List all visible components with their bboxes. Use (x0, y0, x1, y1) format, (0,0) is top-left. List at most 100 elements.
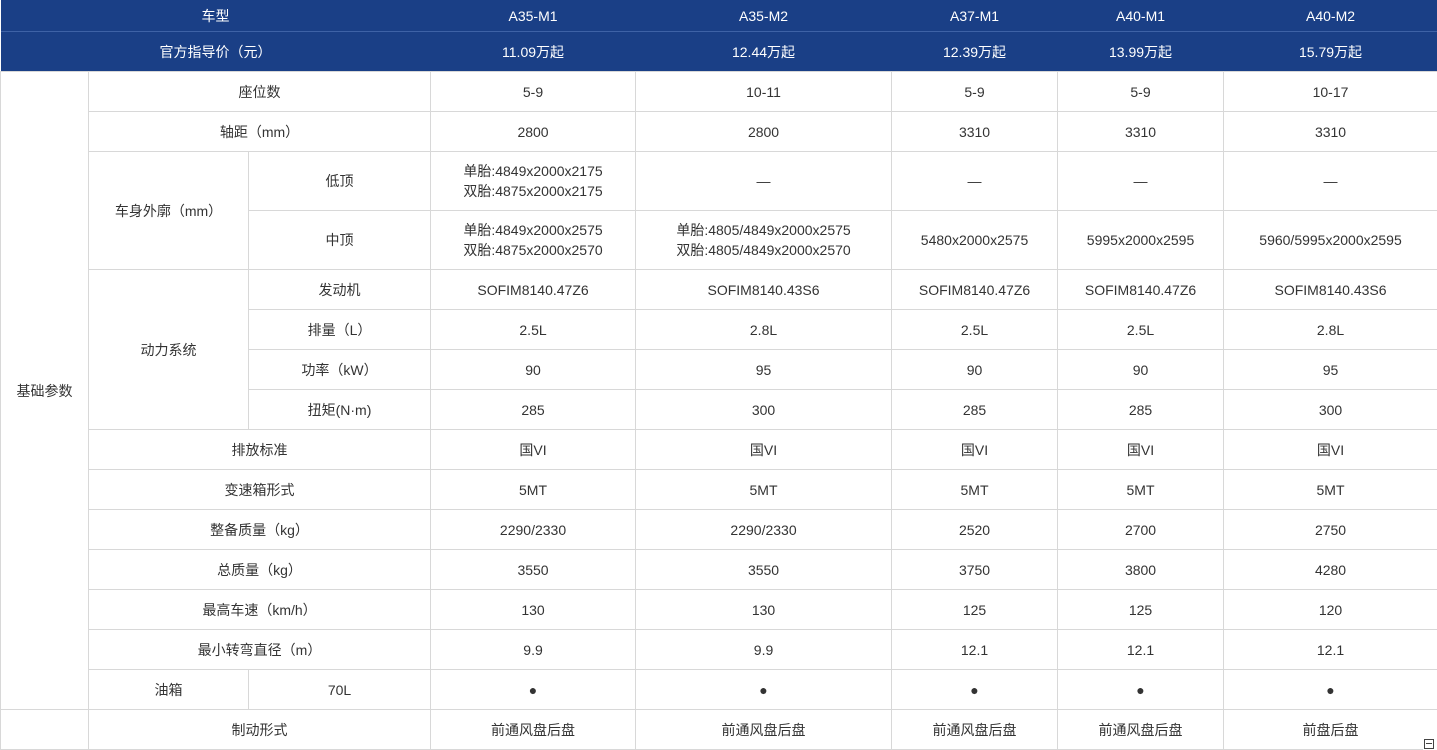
price-value: 12.39万起 (891, 31, 1058, 72)
row-label: 总质量（kg） (87, 549, 432, 590)
cell-value: 5-9 (891, 71, 1059, 112)
cell-value: 285 (430, 389, 637, 430)
row-label: 整备质量（kg） (87, 509, 432, 550)
row-label: 车身外廓（mm） (88, 151, 249, 270)
cell-value: 3750 (891, 549, 1059, 590)
price-label: 官方指导价（元） (0, 31, 431, 72)
cell-value: 国VI (891, 429, 1059, 470)
window-restore-icon (1424, 739, 1434, 749)
cell-value: 国VI (430, 429, 637, 470)
cell-value: — (1057, 151, 1225, 211)
cell-value: 5480x2000x2575 (891, 210, 1059, 270)
table-row: 基础参数 座位数 5-9 10-11 5-9 5-9 10-17 (0, 71, 1437, 710)
cell-value: SOFIM8140.47Z6 (430, 269, 637, 310)
cell-value: 国VI (635, 429, 893, 470)
cell-value: 3800 (1057, 549, 1225, 590)
multi-line-value: 单胎:4849x2000x2575 双胎:4875x2000x2570 (463, 220, 602, 260)
row-label: 油箱 (88, 669, 249, 710)
cell-value: 90 (1057, 349, 1225, 390)
table-row: 总质量（kg） 3550 3550 3750 3800 4280 (1, 549, 1437, 590)
cell-value: 5MT (1057, 469, 1225, 510)
header-row: 车型 A35-M1 A35-M2 A37-M1 A40-M1 A40-M2 (0, 0, 1437, 32)
standard-dot: ● (430, 669, 637, 710)
table-row: 变速箱形式 5MT 5MT 5MT 5MT 5MT (1, 469, 1437, 510)
sub-label: 扭矩(N·m) (247, 389, 432, 430)
cell-value: 3310 (1057, 111, 1225, 152)
cell-value: 130 (430, 589, 637, 630)
cell-value: — (1223, 151, 1437, 211)
cell-value: 3550 (430, 549, 637, 590)
row-label: 变速箱形式 (87, 469, 432, 510)
cell-value: 3310 (1223, 111, 1437, 152)
price-value: 11.09万起 (430, 31, 636, 72)
cell-value: 2800 (635, 111, 893, 152)
cell-value: 2.5L (891, 309, 1059, 350)
model-a37-m1: A37-M1 (891, 0, 1058, 32)
sub-label: 低顶 (247, 151, 432, 211)
cell-value: SOFIM8140.43S6 (635, 269, 893, 310)
cell-value: 前通风盘后盘 (1057, 709, 1225, 750)
standard-dot: ● (635, 669, 893, 710)
cell-value: 前通风盘后盘 (891, 709, 1059, 750)
cell-value: 12.1 (1223, 629, 1437, 670)
value-line: 双胎:4875x2000x2175 (463, 183, 603, 199)
cell-value: 5MT (891, 469, 1059, 510)
cell-value: SOFIM8140.43S6 (1223, 269, 1437, 310)
value-line: 单胎:4805/4849x2000x2575 (676, 222, 851, 238)
multi-line-value: 单胎:4805/4849x2000x2575 双胎:4805/4849x2000… (676, 220, 850, 260)
row-label: 动力系统 (88, 269, 249, 430)
model-a40-m2: A40-M2 (1223, 0, 1437, 32)
row-label: 最小转弯直径（m） (87, 629, 432, 670)
cell-value: 95 (1223, 349, 1437, 390)
cell-value: 12.1 (1057, 629, 1225, 670)
cell-value: 前通风盘后盘 (635, 709, 893, 750)
price-row: 官方指导价（元） 11.09万起 12.44万起 12.39万起 13.99万起… (0, 31, 1437, 72)
price-value: 12.44万起 (635, 31, 892, 72)
cell-value: 12.1 (891, 629, 1059, 670)
price-value: 13.99万起 (1057, 31, 1224, 72)
table-row: 动力系统 发动机 SOFIM8140.47Z6 SOFIM8140.43S6 S… (1, 269, 1437, 430)
table-row: 油箱 70L ● ● ● ● ● (1, 669, 1437, 710)
cell-value: 5MT (635, 469, 893, 510)
cell-value: 3310 (891, 111, 1059, 152)
cell-value: 2800 (430, 111, 637, 152)
value-line: 单胎:4849x2000x2175 (463, 163, 603, 179)
spec-table: 车型 A35-M1 A35-M2 A37-M1 A40-M1 A40-M2 官方… (0, 0, 1437, 750)
cell-value: 9.9 (635, 629, 893, 670)
cell-value: 国VI (1057, 429, 1225, 470)
multi-line-value: 单胎:4849x2000x2175 双胎:4875x2000x2175 (463, 161, 602, 201)
corner-button[interactable] (1423, 738, 1437, 750)
row-label: 排放标准 (87, 429, 432, 470)
cell-value: 单胎:4805/4849x2000x2575 双胎:4805/4849x2000… (635, 210, 893, 270)
cell-value: 10-17 (1223, 71, 1437, 112)
cell-value: 5995x2000x2595 (1057, 210, 1225, 270)
row-label: 制动形式 (87, 709, 432, 750)
cell-value: SOFIM8140.47Z6 (1057, 269, 1225, 310)
model-a35-m2: A35-M2 (635, 0, 892, 32)
row-label: 轴距（mm） (87, 111, 432, 152)
cell-value: 125 (1057, 589, 1225, 630)
cell-value: 5MT (430, 469, 637, 510)
cell-value: 2.5L (1057, 309, 1225, 350)
header-label: 车型 (0, 0, 431, 32)
cell-value: 单胎:4849x2000x2175 双胎:4875x2000x2175 (430, 151, 637, 211)
cell-value: 300 (635, 389, 893, 430)
cell-value: 前盘后盘 (1223, 709, 1437, 750)
table-row: 最小转弯直径（m） 9.9 9.9 12.1 12.1 12.1 (1, 629, 1437, 670)
sub-label: 排量（L） (247, 309, 432, 350)
cell-value: 5-9 (430, 71, 637, 112)
sub-label: 70L (247, 669, 432, 710)
table-row: 排放标准 国VI 国VI 国VI 国VI 国VI (1, 429, 1437, 470)
sub-label: 功率（kW） (247, 349, 432, 390)
sub-label: 发动机 (247, 269, 432, 310)
cell-value: 130 (635, 589, 893, 630)
standard-dot: ● (1057, 669, 1225, 710)
cell-value: 2750 (1223, 509, 1437, 550)
cell-value: 95 (635, 349, 893, 390)
cell-value: 5960/5995x2000x2595 (1223, 210, 1437, 270)
value-line: 双胎:4875x2000x2570 (463, 242, 603, 258)
table-row: 整备质量（kg） 2290/2330 2290/2330 2520 2700 2… (1, 509, 1437, 550)
cell-value: 2.5L (430, 309, 637, 350)
value-line: 单胎:4849x2000x2575 (463, 222, 603, 238)
cell-value: — (635, 151, 893, 211)
